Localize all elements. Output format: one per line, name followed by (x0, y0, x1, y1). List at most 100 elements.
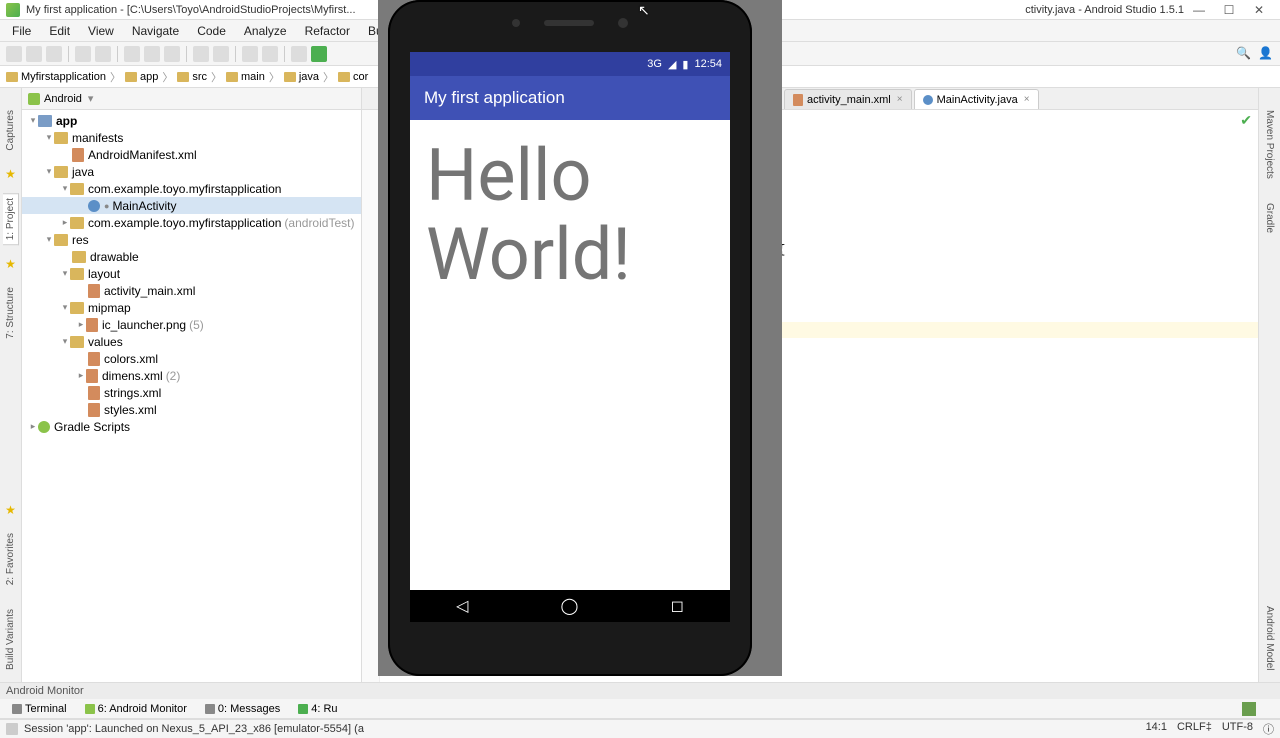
tree-gradle[interactable]: Gradle Scripts (54, 420, 130, 434)
bottom-area: Android Monitor Terminal 6: Android Moni… (0, 682, 1280, 738)
camera-icon (618, 18, 628, 28)
breadcrumb-item[interactable]: java (284, 71, 319, 83)
cursor-position: 14:1 (1146, 721, 1167, 737)
network-icon: 3G (647, 58, 662, 70)
tree-package-test[interactable]: com.example.toyo.myfirstapplication (88, 216, 281, 230)
run-button[interactable] (311, 46, 327, 62)
rail-favorites[interactable]: 2: Favorites (3, 529, 18, 589)
cut-button[interactable] (124, 46, 140, 62)
project-tree[interactable]: ▾app ▾manifests AndroidManifest.xml ▾jav… (22, 110, 361, 682)
close-tab-icon[interactable]: × (1024, 94, 1030, 105)
tree-mipmap[interactable]: mipmap (88, 301, 131, 315)
status-message: Session 'app': Launched on Nexus_5_API_2… (24, 723, 364, 735)
menu-file[interactable]: File (4, 22, 39, 40)
window-title-right: ctivity.java - Android Studio 1.5.1 (1025, 4, 1184, 16)
rail-maven[interactable]: Maven Projects (1262, 106, 1277, 183)
close-tab-icon[interactable]: × (897, 94, 903, 105)
app-icon (6, 3, 20, 17)
rail-project[interactable]: 1: Project (3, 193, 19, 245)
paste-button[interactable] (164, 46, 180, 62)
menu-refactor[interactable]: Refactor (297, 22, 358, 40)
tree-app[interactable]: app (56, 114, 77, 128)
close-button[interactable]: ✕ (1244, 3, 1274, 17)
minimize-button[interactable]: — (1184, 3, 1214, 17)
tree-styles[interactable]: styles.xml (104, 403, 157, 417)
menu-analyze[interactable]: Analyze (236, 22, 295, 40)
android-nav-bar: ◁ ◯ ◻ (410, 590, 730, 622)
forward-button[interactable] (262, 46, 278, 62)
app-content: Hello World! (410, 120, 730, 590)
menu-code[interactable]: Code (189, 22, 234, 40)
save-button[interactable] (26, 46, 42, 62)
breadcrumb-item[interactable]: cor (338, 71, 368, 83)
right-tool-rail: Maven Projects Gradle Android Model (1258, 88, 1280, 682)
tree-dimens[interactable]: dimens.xml (102, 369, 163, 383)
status-icon[interactable] (6, 723, 18, 735)
tab-android-monitor[interactable]: 6: Android Monitor (79, 702, 193, 716)
back-button[interactable] (242, 46, 258, 62)
line-separator[interactable]: CRLF‡ (1177, 721, 1212, 737)
project-panel: Android ▾ ▾app ▾manifests AndroidManifes… (22, 88, 362, 682)
undo-button[interactable] (75, 46, 91, 62)
tree-values[interactable]: values (88, 335, 123, 349)
replace-button[interactable] (213, 46, 229, 62)
tree-colors[interactable]: colors.xml (104, 352, 158, 366)
nav-recent-icon[interactable]: ◻ (671, 596, 684, 616)
rail-captures[interactable]: Captures (3, 106, 18, 155)
inspection-ok-icon: ✔ (1240, 114, 1252, 130)
tab-terminal[interactable]: Terminal (6, 702, 73, 716)
tree-layout[interactable]: layout (88, 267, 120, 281)
menu-navigate[interactable]: Navigate (124, 22, 187, 40)
hello-world-text: Hello World! (426, 136, 714, 294)
user-icon[interactable]: 👤 (1258, 46, 1274, 62)
search-icon[interactable]: 🔍 (1236, 46, 1252, 62)
earpiece-icon (544, 20, 594, 26)
tree-strings[interactable]: strings.xml (104, 386, 161, 400)
file-encoding[interactable]: UTF-8 (1222, 721, 1253, 737)
context-icon[interactable]: ⓘ (1263, 721, 1274, 737)
device-screen[interactable]: 3G ◢ ▮ 12:54 My first application Hello … (410, 52, 730, 622)
editor-tab-main-activity[interactable]: MainActivity.java× (914, 89, 1039, 109)
rail-gradle[interactable]: Gradle (1262, 199, 1277, 237)
tree-manifest-file[interactable]: AndroidManifest.xml (88, 148, 197, 162)
app-toolbar: My first application (410, 76, 730, 120)
star-icon: ★ (5, 167, 16, 181)
tab-run[interactable]: 4: Ru (292, 702, 343, 716)
tree-res[interactable]: res (72, 233, 89, 247)
open-button[interactable] (6, 46, 22, 62)
app-title: My first application (424, 88, 565, 108)
event-log-icon[interactable] (1242, 702, 1256, 716)
tree-drawable[interactable]: drawable (90, 250, 139, 264)
sync-button[interactable] (46, 46, 62, 62)
android-monitor-header[interactable]: Android Monitor (0, 683, 1280, 699)
breadcrumb-item[interactable]: main (226, 71, 265, 83)
menu-view[interactable]: View (80, 22, 122, 40)
tree-java[interactable]: java (72, 165, 94, 179)
rail-build-variants[interactable]: Build Variants (3, 605, 18, 674)
redo-button[interactable] (95, 46, 111, 62)
tree-activity-main[interactable]: activity_main.xml (104, 284, 195, 298)
maximize-button[interactable]: ☐ (1214, 3, 1244, 17)
breadcrumb-item[interactable]: Myfirstapplication (6, 71, 106, 83)
copy-button[interactable] (144, 46, 160, 62)
make-button[interactable] (291, 46, 307, 62)
rail-structure[interactable]: 7: Structure (3, 283, 18, 343)
breadcrumb-item[interactable]: src (177, 71, 207, 83)
tab-messages[interactable]: 0: Messages (199, 702, 286, 716)
emulator-window[interactable]: 3G ◢ ▮ 12:54 My first application Hello … (378, 0, 782, 676)
rail-android-model[interactable]: Android Model (1262, 602, 1277, 674)
tree-manifests[interactable]: manifests (72, 131, 123, 145)
find-button[interactable] (193, 46, 209, 62)
menu-edit[interactable]: Edit (41, 22, 78, 40)
tree-ic-launcher[interactable]: ic_launcher.png (102, 318, 186, 332)
star-icon: ★ (5, 503, 16, 517)
tree-package[interactable]: com.example.toyo.myfirstapplication (88, 182, 281, 196)
tree-main-activity[interactable]: MainActivity (112, 199, 176, 213)
nav-home-icon[interactable]: ◯ (561, 596, 579, 616)
nav-back-icon[interactable]: ◁ (456, 596, 468, 616)
bottom-tool-tabs: Terminal 6: Android Monitor 0: Messages … (0, 699, 1280, 719)
gradle-console-icon[interactable] (1260, 702, 1274, 716)
editor-tab-activity-main[interactable]: activity_main.xml× (784, 89, 912, 109)
project-view-selector[interactable]: Android ▾ (22, 88, 361, 110)
breadcrumb-item[interactable]: app (125, 71, 158, 83)
